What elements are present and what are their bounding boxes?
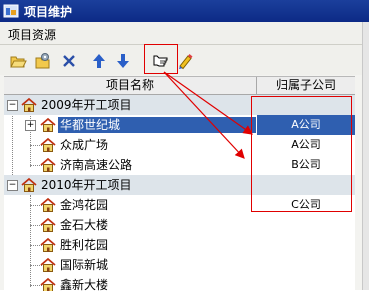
- tree-label: 金鸿花园: [58, 197, 110, 213]
- panel-header: 项目资源: [0, 22, 362, 45]
- tree-cell: 金鸿花园: [4, 195, 256, 215]
- arrow-up-icon: [90, 52, 108, 70]
- pencil-icon: [176, 52, 194, 70]
- house-icon: [21, 97, 37, 113]
- house-icon: [40, 237, 56, 253]
- toolbar: [0, 45, 362, 75]
- company-cell: [257, 255, 355, 275]
- company-cell: [257, 215, 355, 235]
- tree-item-row[interactable]: 金石大楼: [4, 215, 355, 235]
- app-icon: [3, 3, 19, 19]
- tree-label: 胜利花园: [58, 237, 110, 253]
- tree-cell: 济南高速公路: [4, 155, 256, 175]
- column-header-company[interactable]: 归属子公司: [257, 77, 355, 94]
- house-icon: [21, 177, 37, 193]
- tree-cell: 国际新城: [4, 255, 256, 275]
- settings-folder-button[interactable]: [34, 52, 52, 70]
- tree-label: 华都世纪城: [58, 117, 256, 133]
- tree-item-row[interactable]: 国际新城: [4, 255, 355, 275]
- vertical-scrollbar[interactable]: [362, 22, 369, 290]
- company-cell: [257, 275, 355, 291]
- tree-label: 2009年开工项目: [39, 97, 134, 113]
- tree-cell: 鑫新大楼: [4, 275, 256, 291]
- tree-label: 鑫新大楼: [58, 277, 110, 291]
- tree-label: 金石大楼: [58, 217, 110, 233]
- tree-item-row[interactable]: 胜利花园: [4, 235, 355, 255]
- house-icon: [40, 137, 56, 153]
- tree-item-row[interactable]: 鑫新大楼: [4, 275, 355, 291]
- move-up-button[interactable]: [90, 52, 108, 70]
- move-down-button[interactable]: [114, 52, 132, 70]
- tree-cell: − 2010年开工项目: [4, 175, 256, 195]
- tree-label: 济南高速公路: [58, 157, 134, 173]
- folder-open-icon: [9, 52, 27, 70]
- open-folder-button[interactable]: [9, 52, 27, 70]
- panel-title: 项目资源: [8, 26, 56, 43]
- window-title: 项目维护: [24, 3, 72, 20]
- delete-button[interactable]: [60, 52, 78, 70]
- tree-cell: 胜利花园: [4, 235, 256, 255]
- tree-cell: 众成广场: [4, 135, 256, 155]
- grid-header: 项目名称 归属子公司: [4, 77, 355, 95]
- highlight-box-company-column: [251, 96, 352, 212]
- arrow-down-icon: [114, 52, 132, 70]
- tree-label: 2010年开工项目: [39, 177, 134, 193]
- house-icon: [40, 157, 56, 173]
- house-icon: [40, 257, 56, 273]
- house-icon: [40, 277, 56, 291]
- highlight-box-toolbar: [144, 44, 178, 74]
- title-bar: 项目维护: [0, 0, 369, 22]
- house-icon: [40, 217, 56, 233]
- edit-button[interactable]: [176, 52, 194, 70]
- folder-gear-icon: [34, 52, 52, 70]
- house-icon: [40, 117, 56, 133]
- tree-cell: 金石大楼: [4, 215, 256, 235]
- company-cell: [257, 235, 355, 255]
- house-icon: [40, 197, 56, 213]
- tree-cell: + 华都世纪城: [4, 115, 256, 135]
- collapse-toggle[interactable]: −: [7, 100, 18, 111]
- expand-toggle[interactable]: +: [25, 120, 36, 131]
- tree-cell: − 2009年开工项目: [4, 95, 256, 115]
- collapse-toggle[interactable]: −: [7, 180, 18, 191]
- column-header-project-name[interactable]: 项目名称: [4, 77, 257, 94]
- tree-label: 国际新城: [58, 257, 110, 273]
- close-icon: [60, 52, 78, 70]
- tree-label: 众成广场: [58, 137, 110, 153]
